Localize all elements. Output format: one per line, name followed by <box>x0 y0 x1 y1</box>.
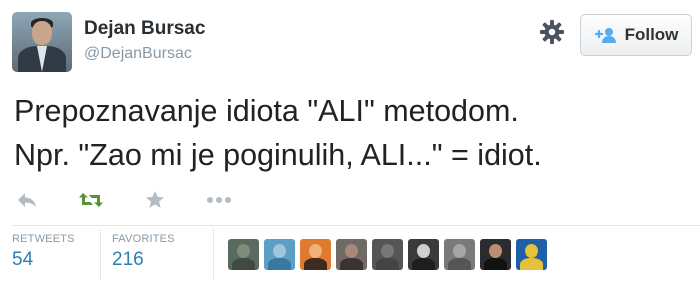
retweets-count: 54 <box>12 249 34 270</box>
stat-separator <box>100 229 101 279</box>
favoriter-body <box>340 258 363 270</box>
favoriter-body <box>376 258 399 270</box>
gear-icon[interactable] <box>538 18 566 46</box>
favoriter-avatar[interactable] <box>516 239 547 270</box>
favoriter-avatar[interactable] <box>408 239 439 270</box>
favoriter-face <box>489 244 502 258</box>
favoriter-avatar[interactable] <box>444 239 475 270</box>
favoriter-avatar[interactable] <box>264 239 295 270</box>
favoriter-avatars <box>228 239 547 270</box>
favoriter-body <box>268 258 291 270</box>
favoriter-avatar[interactable] <box>228 239 259 270</box>
tweet-line: Npr. "Zao mi je poginulih, ALI..." = idi… <box>14 138 542 172</box>
favoriter-face <box>453 244 466 258</box>
favoriter-avatar[interactable] <box>480 239 511 270</box>
favoriter-avatar[interactable] <box>300 239 331 270</box>
follow-button[interactable]: Follow <box>580 14 692 56</box>
reply-icon[interactable] <box>14 189 40 211</box>
stat-separator <box>213 229 214 279</box>
favoriter-face <box>273 244 286 258</box>
favorites-stat[interactable]: FAVORITES 216 <box>112 233 175 271</box>
author-name[interactable]: Dejan Bursac <box>84 18 205 40</box>
favoriter-body <box>412 258 435 270</box>
stats-divider <box>12 225 700 226</box>
favoriter-face <box>237 244 250 258</box>
author-avatar[interactable] <box>12 12 72 72</box>
favoriter-body <box>448 258 471 270</box>
star-icon[interactable] <box>142 189 168 211</box>
follow-label: Follow <box>624 25 679 44</box>
favoriter-face <box>417 244 430 258</box>
tweet-actions <box>12 187 232 213</box>
tweet-text: Prepoznavanje idiota "ALI" metodom. Npr.… <box>14 89 690 177</box>
tweet-line: Prepoznavanje idiota "ALI" metodom. <box>14 94 519 128</box>
author-handle[interactable]: @DejanBursac <box>84 45 192 63</box>
retweets-stat[interactable]: RETWEETS 54 <box>12 233 75 271</box>
avatar-face <box>32 21 52 45</box>
favoriter-body <box>232 258 255 270</box>
retweet-icon[interactable] <box>78 189 104 211</box>
favorites-count: 216 <box>112 249 144 270</box>
favoriter-face <box>381 244 394 258</box>
favoriter-body <box>484 258 507 270</box>
retweets-label: RETWEETS <box>12 233 75 245</box>
favoriter-body <box>520 258 543 270</box>
add-user-icon <box>594 28 616 43</box>
ellipsis-icon[interactable] <box>206 189 232 211</box>
favorites-label: FAVORITES <box>112 233 175 245</box>
favoriter-body <box>304 258 327 270</box>
favoriter-face <box>345 244 358 258</box>
favoriter-avatar[interactable] <box>336 239 367 270</box>
favoriter-face <box>525 244 538 258</box>
favoriter-avatar[interactable] <box>372 239 403 270</box>
favoriter-face <box>309 244 322 258</box>
